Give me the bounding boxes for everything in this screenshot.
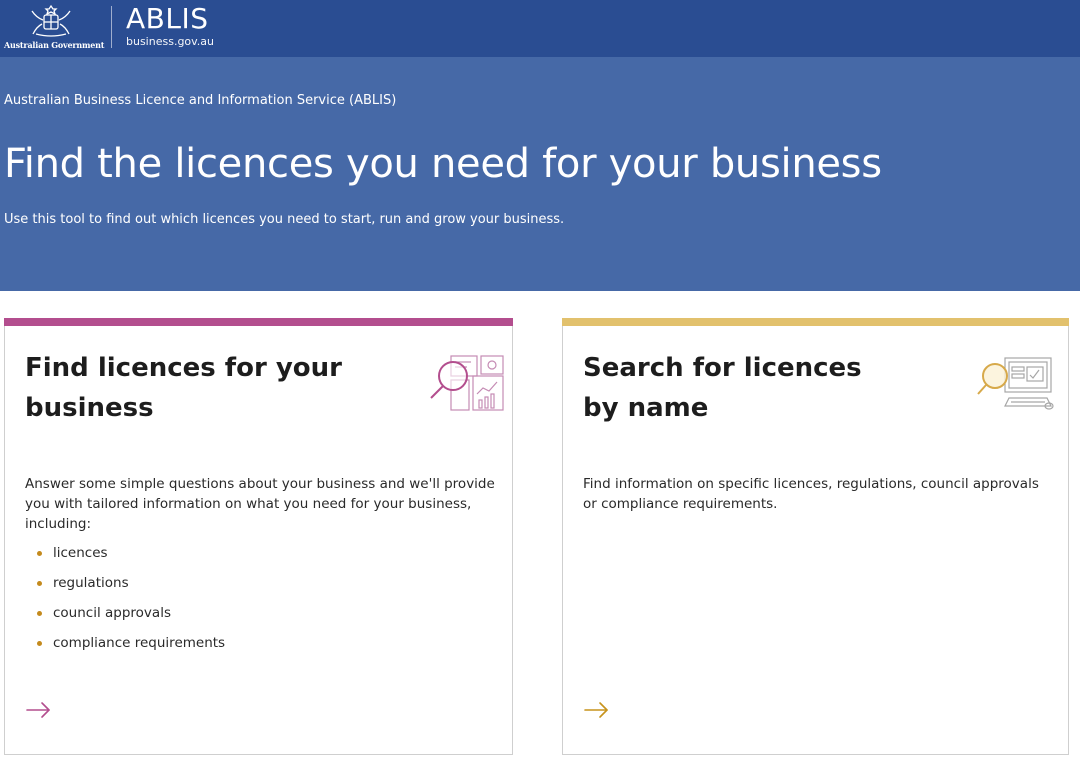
government-label: Australian Government [4,40,105,50]
header-divider [111,6,112,48]
card-accent-bar [4,318,513,326]
search-licences-card[interactable]: Search for licences by name Find informa… [562,318,1069,755]
card-accent-bar [562,318,1069,326]
magnifier-computer-icon [977,357,1054,410]
brand-name: ABLIS [126,2,209,35]
site-header: Australian Government ABLIS business.gov… [0,0,1080,57]
list-item: licences [37,538,225,568]
list-item: compliance requirements [37,628,225,658]
card-title: Search for licences by name [583,353,862,423]
arrow-right-icon[interactable] [583,700,611,720]
magnifier-charts-icon [430,355,504,411]
ablis-brand[interactable]: ABLIS business.gov.au [126,2,214,48]
card-description: Answer some simple questions about your … [25,476,495,532]
card-title: Find licences for your business [25,353,342,423]
service-name: Australian Business Licence and Informat… [4,93,397,108]
brand-domain: business.gov.au [126,35,215,48]
coat-of-arms-icon [31,4,71,37]
card-description: Find information on specific licences, r… [583,476,1039,512]
topic-list: licences regulations council approvals c… [37,538,225,658]
page-title: Find the licences you need for your busi… [4,141,882,187]
hero-intro: Use this tool to find out which licences… [4,212,565,227]
list-item: regulations [37,568,225,598]
hero-banner: Australian Business Licence and Informat… [0,57,1080,291]
find-licences-card[interactable]: Find licences for your business Answer s… [4,318,513,755]
government-logo[interactable]: Australian Government [4,2,105,52]
list-item: council approvals [37,598,225,628]
arrow-right-icon[interactable] [25,700,53,720]
